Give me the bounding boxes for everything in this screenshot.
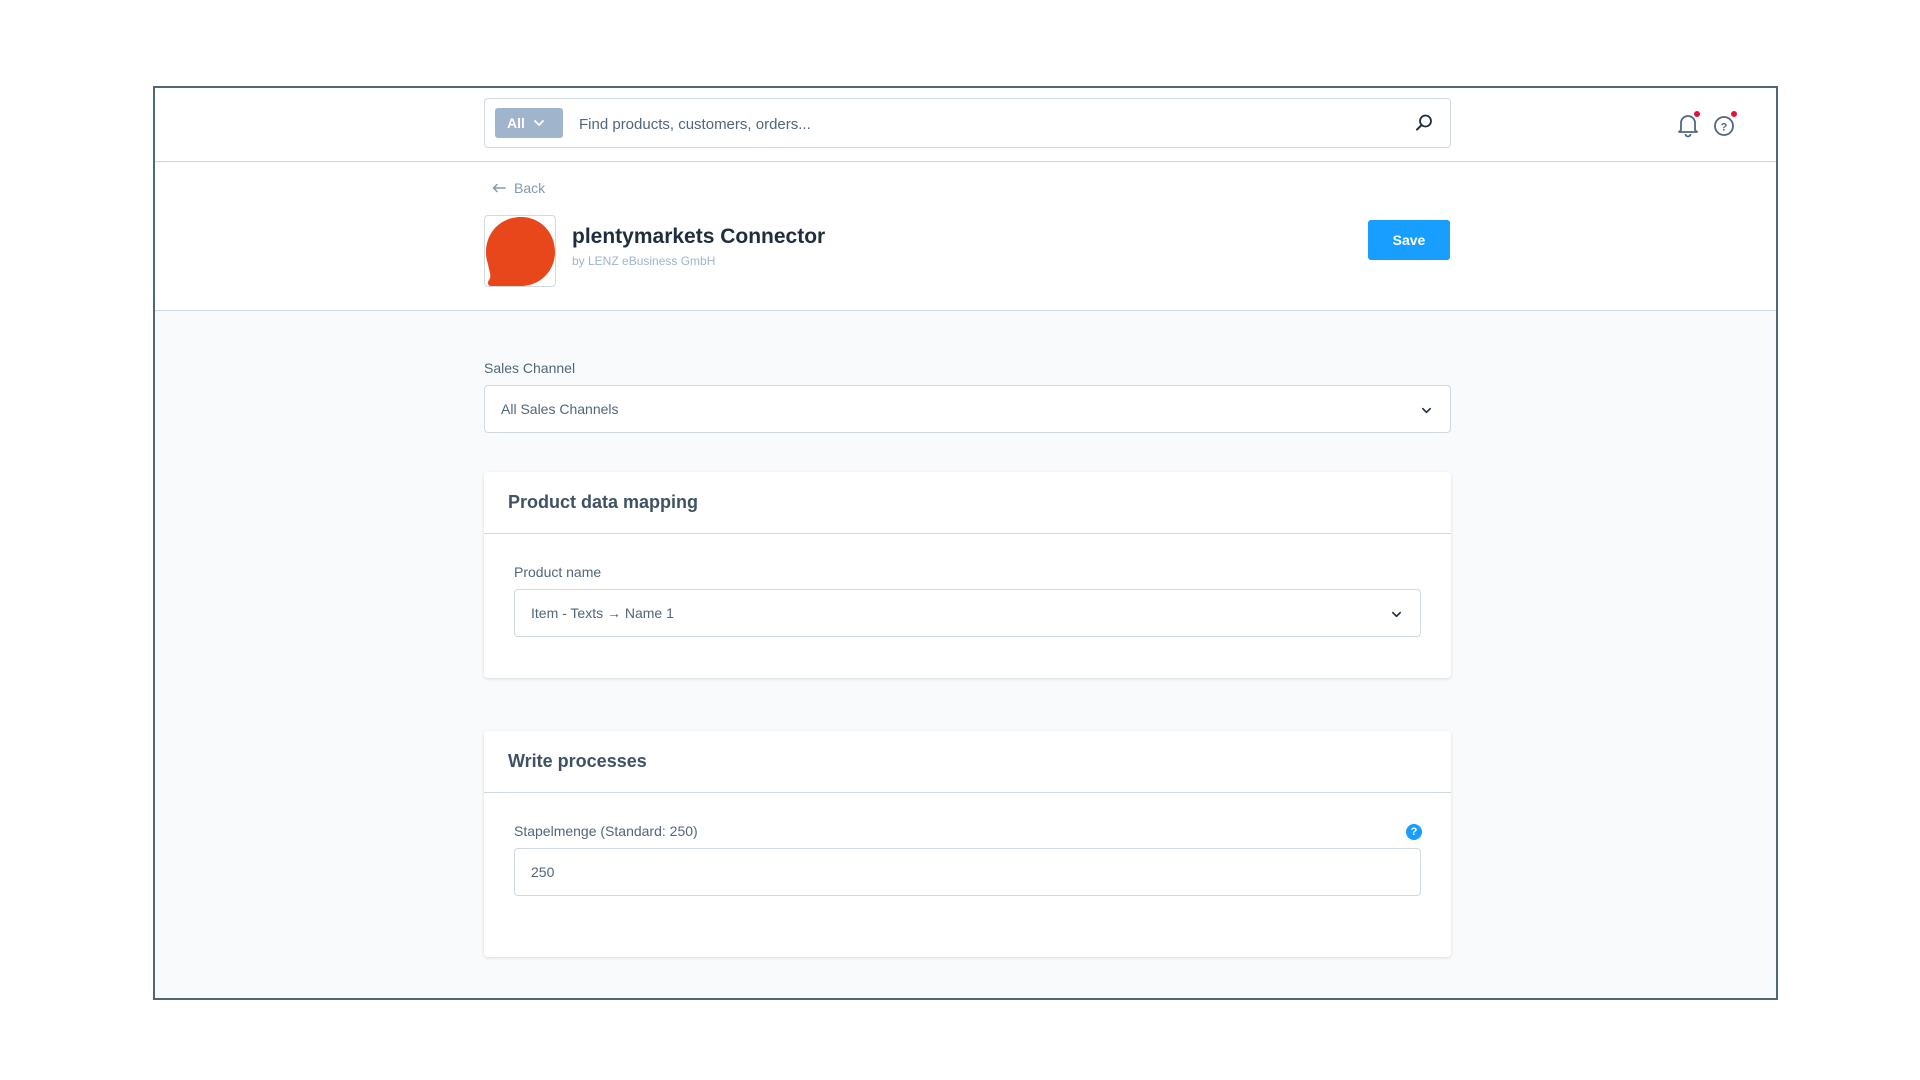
help-icon[interactable]: ? — [1406, 824, 1422, 840]
notification-badge — [1693, 110, 1701, 118]
sales-channel-value: All Sales Channels — [501, 401, 619, 417]
product-name-label: Product name — [514, 564, 602, 580]
notifications-button[interactable] — [1675, 110, 1701, 138]
batch-size-value: 250 — [531, 864, 555, 880]
card-title: Product data mapping — [484, 472, 1451, 534]
help-button[interactable]: ? — [1712, 110, 1738, 138]
product-data-mapping-card: Product data mapping Product name Item -… — [484, 472, 1451, 678]
batch-size-label: Stapelmenge (Standard: 250) — [514, 823, 698, 839]
app-logo — [484, 215, 556, 287]
back-label: Back — [514, 180, 546, 196]
admin-window: All ? — [153, 86, 1778, 1000]
help-badge — [1730, 110, 1738, 118]
product-name-select[interactable]: Item - Texts → Name 1 — [514, 589, 1421, 637]
back-link[interactable]: Back — [492, 180, 545, 196]
plentymarkets-logo-icon — [486, 217, 555, 286]
arrow-left-icon — [492, 183, 506, 193]
chevron-down-icon — [533, 120, 544, 126]
sales-channel-label: Sales Channel — [484, 360, 576, 376]
write-processes-card: Write processes Stapelmenge (Standard: 2… — [484, 731, 1451, 957]
search-type-dropdown[interactable]: All — [495, 108, 563, 138]
page-header: Back plentymarkets Connector by LENZ eBu… — [155, 163, 1776, 311]
app-vendor: by LENZ eBusiness GmbH — [572, 254, 716, 268]
top-bar: All ? — [155, 88, 1776, 162]
search-input[interactable] — [579, 109, 1379, 139]
card-title: Write processes — [484, 731, 1451, 793]
save-button[interactable]: Save — [1368, 220, 1450, 260]
batch-size-input[interactable]: 250 — [514, 848, 1421, 896]
chevron-down-icon — [1392, 611, 1401, 618]
search-icon[interactable] — [1414, 113, 1434, 133]
chevron-down-icon — [1422, 407, 1431, 414]
app-title: plentymarkets Connector — [572, 225, 826, 248]
svg-text:?: ? — [1721, 122, 1728, 134]
search-type-label: All — [507, 115, 525, 131]
product-name-value: Item - Texts → Name 1 — [531, 605, 674, 621]
global-search: All — [484, 98, 1451, 148]
sales-channel-select[interactable]: All Sales Channels — [484, 385, 1451, 433]
